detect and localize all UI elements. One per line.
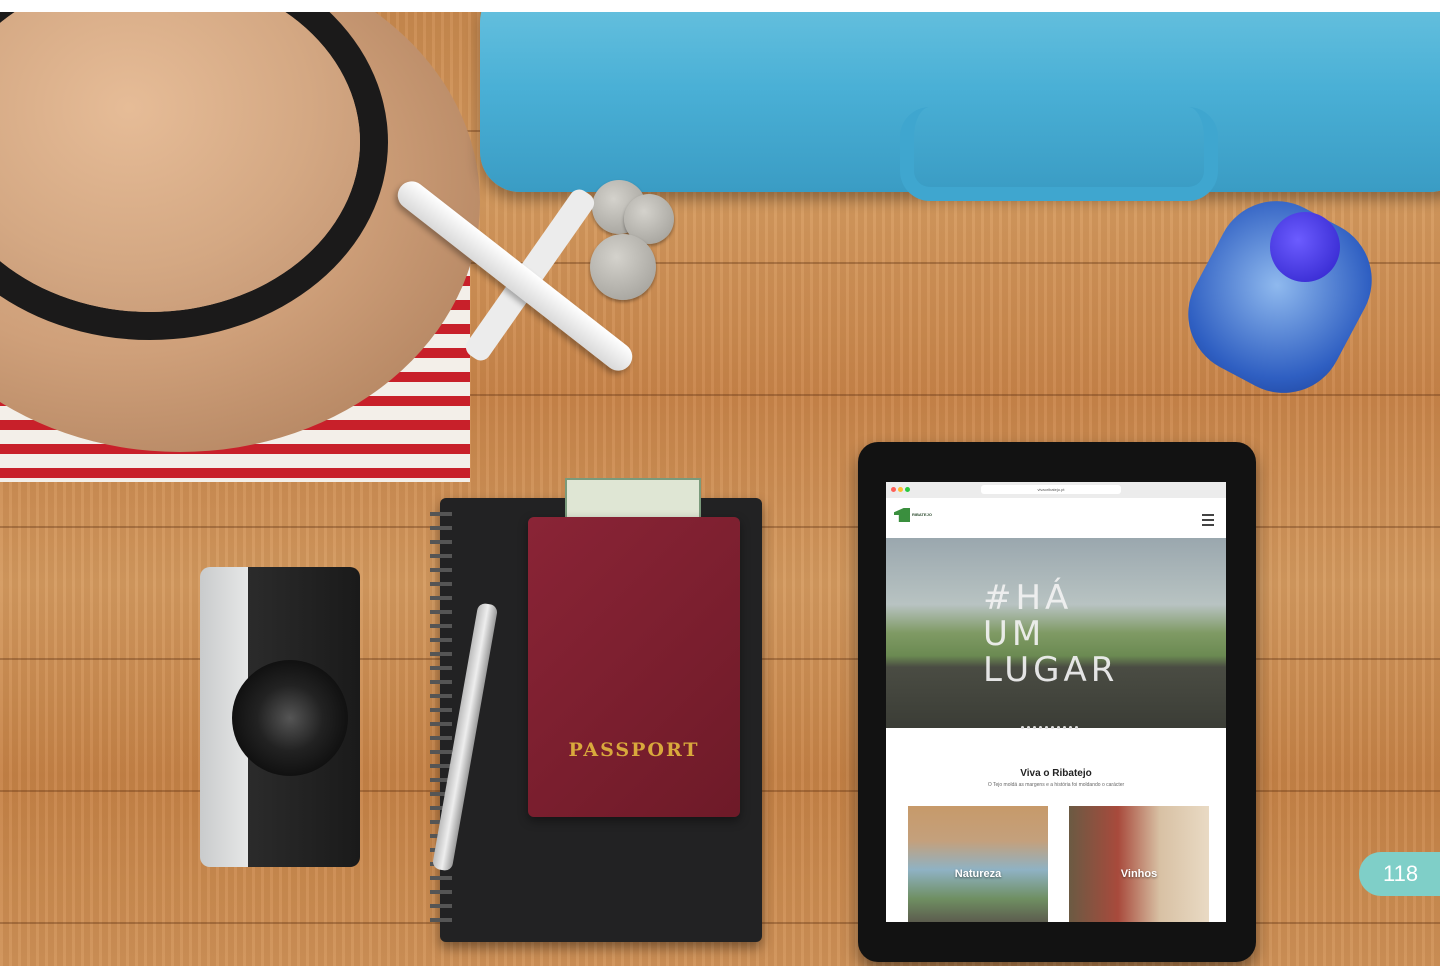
water-bottle xyxy=(1167,179,1393,415)
passport: PASSPORT xyxy=(528,517,740,817)
bottle-cap xyxy=(1270,212,1340,282)
coin xyxy=(590,234,656,300)
section-title: Viva o Ribatejo xyxy=(1020,768,1092,779)
card-label: Natureza xyxy=(954,868,1002,880)
wooden-table-scene: PASSPORT vivaoribatejo.pt RIBATEJO #HÁ U… xyxy=(0,12,1440,966)
logo-text: RIBATEJO xyxy=(912,512,932,517)
maximize-dot[interactable] xyxy=(905,487,910,492)
camera-lens xyxy=(232,660,348,776)
hero-title: #HÁ UM LUGAR xyxy=(983,580,1118,688)
carousel-dots[interactable] xyxy=(1021,716,1081,734)
hero-title-line: UM xyxy=(983,614,1046,654)
card-natureza[interactable]: Natureza xyxy=(908,806,1048,922)
suitcase-handle xyxy=(900,107,1218,201)
card-label: Vinhos xyxy=(1120,868,1158,880)
url-field[interactable]: vivaoribatejo.pt xyxy=(981,485,1121,494)
card-vinhos[interactable]: Vinhos xyxy=(1069,806,1209,922)
section-subtitle: O Tejo moldá as margens e a história foi… xyxy=(987,782,1125,788)
page-number-badge: 118 xyxy=(1359,852,1440,896)
site-header: RIBATEJO xyxy=(886,498,1226,538)
logo-icon[interactable] xyxy=(894,508,910,522)
hero-title-line: LUGAR xyxy=(983,650,1119,690)
minimize-dot[interactable] xyxy=(898,487,903,492)
hamburger-menu-icon[interactable] xyxy=(1202,514,1214,526)
close-dot[interactable] xyxy=(891,487,896,492)
tablet-screen: vivaoribatejo.pt RIBATEJO #HÁ UM LUGAR V… xyxy=(886,482,1226,922)
passport-label: PASSPORT xyxy=(568,739,700,761)
browser-toolbar: vivaoribatejo.pt xyxy=(886,482,1226,499)
hero-banner: #HÁ UM LUGAR xyxy=(886,538,1226,729)
hero-title-line: #HÁ xyxy=(983,578,1073,618)
